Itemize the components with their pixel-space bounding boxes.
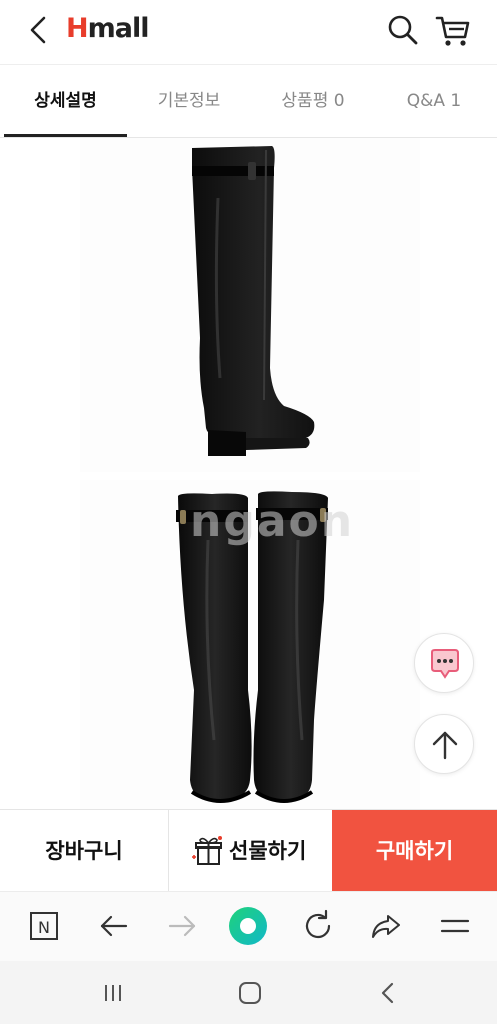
home-icon <box>239 982 261 1004</box>
boot-side-image <box>80 138 420 472</box>
n-home-icon: N <box>30 912 58 940</box>
tab-qna[interactable]: Q&A 1 <box>378 65 490 138</box>
browser-toolbar: N <box>0 891 497 961</box>
share-button[interactable] <box>366 906 406 946</box>
refresh-button[interactable] <box>298 906 338 946</box>
back-button[interactable] <box>22 12 58 48</box>
search-button[interactable] <box>386 12 420 48</box>
app-header: Hmall <box>0 0 497 64</box>
gift-icon <box>192 836 222 865</box>
purchase-action-bar: 장바구니 선물하기 구매하기 <box>0 809 497 892</box>
chat-button[interactable] <box>414 633 474 693</box>
arrow-left-icon <box>100 915 128 937</box>
search-icon <box>388 15 418 45</box>
product-tabs: 상세설명 기본정보 상품평 0 Q&A 1 <box>0 64 497 138</box>
arrow-right-icon <box>168 915 196 937</box>
cart-button[interactable] <box>434 12 472 50</box>
scroll-top-button[interactable] <box>414 714 474 774</box>
cart-icon <box>435 16 470 46</box>
active-tab-indicator <box>4 134 127 137</box>
refresh-icon <box>305 909 331 939</box>
system-back-button[interactable] <box>372 977 404 1009</box>
buy-now-button[interactable]: 구매하기 <box>332 810 497 892</box>
arrow-up-icon <box>432 731 458 760</box>
add-to-cart-button[interactable]: 장바구니 <box>0 810 169 892</box>
browser-forward-button[interactable] <box>162 906 202 946</box>
menu-icon <box>440 919 470 933</box>
chat-bubble-icon <box>431 649 459 679</box>
svg-text:N: N <box>38 918 50 937</box>
chevron-left-icon <box>30 16 46 44</box>
recent-apps-icon <box>105 985 121 1001</box>
tab-reviews[interactable]: 상품평 0 <box>254 65 372 138</box>
share-icon <box>372 915 400 938</box>
gift-button[interactable]: 선물하기 <box>169 810 332 892</box>
green-dot-button[interactable] <box>228 906 268 946</box>
system-navigation-bar <box>0 961 497 1024</box>
browser-menu-button[interactable] <box>434 906 474 946</box>
naver-home-button[interactable]: N <box>24 906 64 946</box>
green-circle-icon <box>229 907 267 945</box>
tab-detail[interactable]: 상세설명 <box>4 65 127 138</box>
gift-label: 선물하기 <box>229 839 307 863</box>
tab-basic-info[interactable]: 기본정보 <box>130 65 248 138</box>
product-detail-images: ngaon <box>0 138 497 809</box>
browser-back-button[interactable] <box>94 906 134 946</box>
home-button[interactable] <box>234 977 266 1009</box>
back-icon <box>381 982 394 1004</box>
watermark-text: ngaon <box>190 496 355 547</box>
hmall-logo[interactable]: Hmall <box>66 13 149 44</box>
recent-apps-button[interactable] <box>97 977 129 1009</box>
